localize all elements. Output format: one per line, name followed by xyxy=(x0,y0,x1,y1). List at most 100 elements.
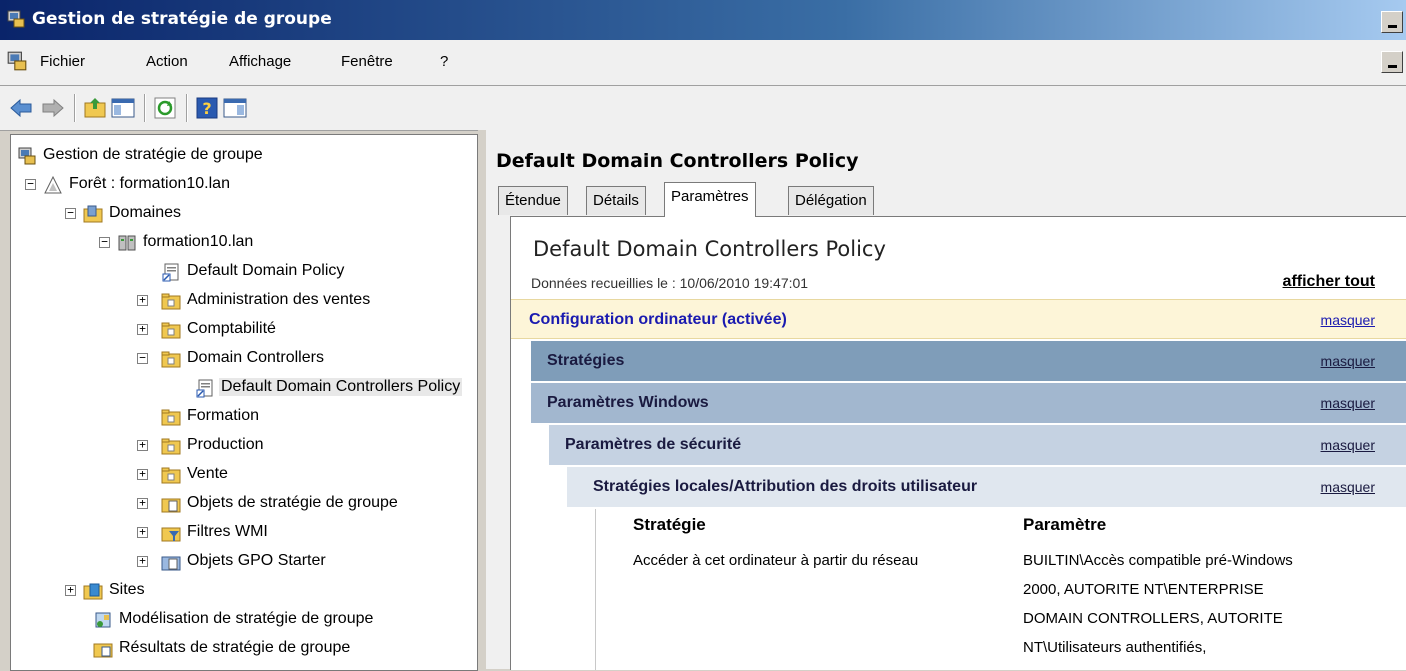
ou-folder-icon xyxy=(161,467,181,484)
section-user-rights: Stratégies locales/Attribution des droit… xyxy=(567,467,1406,507)
expand-toggle[interactable]: + xyxy=(137,323,148,335)
toolbar: ? xyxy=(0,86,1406,131)
report-date: Données recueillies le : 10/06/2010 19:4… xyxy=(531,275,809,291)
show-action-pane-icon[interactable] xyxy=(222,95,248,121)
expand-toggle[interactable]: + xyxy=(137,497,148,509)
domain-icon xyxy=(118,235,136,251)
expand-toggle[interactable]: + xyxy=(137,294,148,306)
expand-toggle[interactable]: + xyxy=(137,439,148,451)
setting-line: 2000, AUTORITE NT\ENTERPRISE xyxy=(1023,581,1264,598)
collapse-toggle[interactable]: − xyxy=(99,236,110,248)
tree-label: Filtres WMI xyxy=(187,523,268,540)
gpo-folder-icon xyxy=(161,498,181,513)
column-header-setting: Paramètre xyxy=(1023,515,1107,534)
collapse-toggle[interactable]: − xyxy=(25,178,36,190)
minimize-button[interactable] xyxy=(1381,11,1403,33)
tree-label: Forêt : formation10.lan xyxy=(69,175,230,192)
section-label: Stratégies xyxy=(547,352,625,369)
expand-toggle[interactable]: + xyxy=(137,555,148,567)
hide-link[interactable]: masquer xyxy=(1321,300,1375,340)
ou-folder-icon xyxy=(161,409,181,426)
section-label: Stratégies locales/Attribution des droit… xyxy=(593,478,978,495)
tree-label: Domain Controllers xyxy=(187,349,324,366)
starter-gpo-folder-icon xyxy=(161,556,181,571)
tree-label: Modélisation de stratégie de groupe xyxy=(119,610,374,627)
section-strategies: Stratégies masquer xyxy=(531,341,1406,381)
ou-folder-icon xyxy=(161,351,181,368)
show-all-link[interactable]: afficher tout xyxy=(1283,273,1375,291)
setting-cell: BUILTIN\Accès compatible pré-Windows 200… xyxy=(1023,546,1403,662)
tree-label: Objets GPO Starter xyxy=(187,552,326,569)
menu-bar: Fichier Action Affichage Fenêtre ? xyxy=(0,40,1406,86)
ou-folder-icon xyxy=(161,293,181,310)
details-pane: Default Domain Controllers Policy Étendu… xyxy=(486,130,1406,670)
show-hide-tree-icon[interactable] xyxy=(110,95,136,121)
tree-label: formation10.lan xyxy=(143,233,254,250)
tree-label: Gestion de stratégie de groupe xyxy=(43,146,263,163)
refresh-icon[interactable] xyxy=(152,95,178,121)
gpo-title: Default Domain Controllers Policy xyxy=(496,150,859,172)
tree-label: Domaines xyxy=(109,204,182,221)
expand-toggle[interactable]: + xyxy=(137,468,148,480)
tree-label: Default Domain Controllers Policy xyxy=(219,378,463,396)
report-title: Default Domain Controllers Policy xyxy=(533,237,886,261)
tree-label: Comptabilité xyxy=(187,320,276,337)
tree-label: Résultats de stratégie de groupe xyxy=(119,639,351,656)
ou-folder-icon xyxy=(161,322,181,339)
section-computer-config: Configuration ordinateur (activée) masqu… xyxy=(511,299,1406,339)
setting-line: DOMAIN CONTROLLERS, AUTORITE xyxy=(1023,610,1283,627)
menu-fenetre[interactable]: Fenêtre xyxy=(341,53,393,70)
menu-action[interactable]: Action xyxy=(146,53,188,70)
collapse-toggle[interactable]: − xyxy=(65,207,76,219)
column-header-policy: Stratégie xyxy=(633,515,706,534)
child-minimize-button[interactable] xyxy=(1381,51,1403,73)
tab-parametres[interactable]: Paramètres xyxy=(664,182,756,217)
system-menu-icon[interactable] xyxy=(6,50,28,72)
console-tree: Gestion de stratégie de groupe − Forêt :… xyxy=(10,134,478,671)
menu-fichier[interactable]: Fichier xyxy=(40,53,85,70)
tab-delegation[interactable]: Délégation xyxy=(788,186,874,215)
section-label: Configuration ordinateur (activée) xyxy=(529,311,787,328)
menu-help[interactable]: ? xyxy=(440,53,448,70)
title-bar: Gestion de stratégie de groupe xyxy=(0,0,1406,40)
tree-label: Formation xyxy=(187,407,260,424)
domains-folder-icon xyxy=(83,205,103,223)
section-label: Paramètres Windows xyxy=(547,394,709,411)
help-icon[interactable]: ? xyxy=(194,95,220,121)
expand-toggle[interactable]: + xyxy=(137,526,148,538)
gpmc-root-icon xyxy=(18,147,36,165)
tree-label: Objets de stratégie de groupe xyxy=(187,494,398,511)
section-windows-settings: Paramètres Windows masquer xyxy=(531,383,1406,423)
collapse-toggle[interactable]: − xyxy=(137,352,148,364)
forward-arrow-icon[interactable] xyxy=(40,95,66,121)
expand-toggle[interactable]: + xyxy=(65,584,76,596)
hide-link[interactable]: masquer xyxy=(1321,341,1375,381)
back-arrow-icon[interactable] xyxy=(8,95,34,121)
pane-splitter[interactable] xyxy=(478,130,486,669)
menu-affichage[interactable]: Affichage xyxy=(229,53,291,70)
tab-etendue[interactable]: Étendue xyxy=(498,186,568,215)
setting-line: BUILTIN\Accès compatible pré-Windows xyxy=(1023,552,1293,569)
setting-line: NT\Utilisateurs authentifiés, xyxy=(1023,639,1207,656)
tree-label: Production xyxy=(187,436,264,453)
hide-link[interactable]: masquer xyxy=(1321,425,1375,465)
gpmc-app-icon xyxy=(7,10,25,28)
hide-link[interactable]: masquer xyxy=(1321,467,1375,507)
tree-label: Administration des ventes xyxy=(187,291,371,308)
gpo-link-icon xyxy=(162,263,179,282)
up-folder-icon[interactable] xyxy=(82,95,108,121)
settings-report: Default Domain Controllers Policy Donnée… xyxy=(510,216,1406,670)
forest-icon xyxy=(44,175,62,194)
policy-cell: Accéder à cet ordinateur à partir du rés… xyxy=(633,552,919,569)
section-security-settings: Paramètres de sécurité masquer xyxy=(549,425,1406,465)
results-icon xyxy=(93,643,113,658)
sites-folder-icon xyxy=(83,583,103,600)
gpo-link-icon xyxy=(196,379,213,398)
tree-label: Default Domain Policy xyxy=(187,262,345,279)
tab-details[interactable]: Détails xyxy=(586,186,646,215)
svg-text:?: ? xyxy=(202,99,211,118)
tree-label: Vente xyxy=(187,465,228,482)
tree-label: Sites xyxy=(109,581,145,598)
modeling-icon xyxy=(95,612,111,628)
hide-link[interactable]: masquer xyxy=(1321,383,1375,423)
